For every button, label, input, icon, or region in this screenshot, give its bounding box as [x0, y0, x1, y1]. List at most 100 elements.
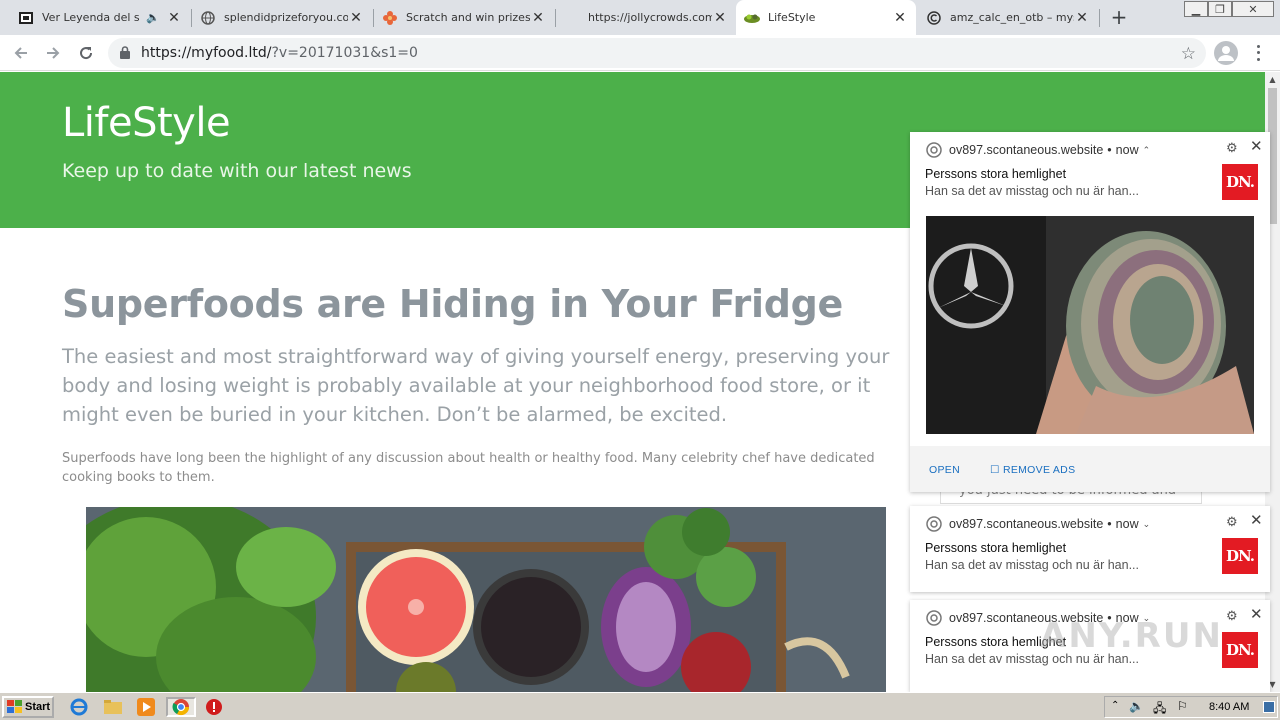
notification-actions: OPEN ☐ REMOVE ADS [910, 446, 1270, 492]
flag-icon[interactable]: ⚐ [1177, 699, 1188, 713]
close-tab-icon[interactable]: ✕ [348, 10, 364, 26]
browser-toolbar: https://myfood.ltd/?v=20171031&s1=0 ☆ [0, 35, 1280, 71]
notification-header: ov897.scontaneous.website • now ⌄ [926, 516, 1150, 532]
notification-image [926, 216, 1254, 434]
close-tab-icon[interactable]: ✕ [166, 10, 182, 26]
push-notification[interactable]: ov897.scontaneous.website • now ⌃ ⚙ ✕ Pe… [910, 132, 1270, 492]
tab-jollycrowds[interactable]: https://jollycrowds.com/ ✕ [556, 0, 736, 35]
gear-icon[interactable]: ⚙ [1226, 514, 1238, 530]
tab-amz-calc[interactable]: amz_calc_en_otb – mysi ✕ [918, 0, 1098, 35]
arrow-left-icon [14, 47, 27, 59]
dn-logo: DN. [1222, 632, 1258, 668]
windows-taskbar: Start ⌃ 🔈 🖧 ⚐ 8:40 AM [0, 692, 1280, 720]
kebab-menu-icon[interactable] [1252, 43, 1264, 63]
chrome-icon [926, 142, 942, 158]
chrome-icon [926, 516, 942, 532]
open-button[interactable]: OPEN [929, 464, 960, 476]
notification-time: now [1115, 517, 1139, 531]
chevron-up-icon[interactable]: ⌃ [1143, 145, 1151, 156]
flower-icon [382, 10, 398, 26]
chevron-down-icon[interactable]: ⌄ [1143, 519, 1151, 530]
chrome-icon [926, 610, 942, 626]
restore-button[interactable]: ❐ [1208, 1, 1232, 17]
tray-expand-icon[interactable]: ⌃ [1111, 700, 1119, 711]
start-button[interactable]: Start [2, 696, 54, 718]
tab-ver-leyenda[interactable]: Ver Leyenda del sub 🔈 ✕ [10, 0, 190, 35]
gear-icon[interactable]: ⚙ [1226, 140, 1238, 156]
forward-button[interactable] [41, 41, 65, 65]
food-icon [744, 10, 760, 26]
stop-app-icon[interactable] [203, 697, 225, 717]
notification-body: Han sa det av misstag och nu är han... [925, 184, 1140, 198]
separator-dot: • [1107, 143, 1112, 157]
article-headline: Superfoods are Hiding in Your Fridge [62, 282, 843, 326]
video-icon [18, 10, 34, 26]
network-icon[interactable]: 🖧 [1153, 699, 1166, 720]
tab-splendidprize[interactable]: splendidprizeforyou.com ✕ [192, 0, 372, 35]
media-player-icon[interactable] [135, 697, 157, 717]
gear-icon[interactable]: ⚙ [1226, 608, 1238, 624]
lock-icon [120, 46, 130, 59]
notification-time: now [1115, 143, 1139, 157]
scroll-up-arrow-icon[interactable]: ▲ [1265, 72, 1280, 87]
speaker-icon[interactable]: 🔈 [146, 11, 160, 24]
notification-site: ov897.scontaneous.website [949, 143, 1104, 157]
c-icon [926, 10, 942, 26]
tab-title: Scratch and win prizes e [406, 11, 530, 24]
separator-dot: • [1107, 517, 1112, 531]
site-tagline: Keep up to date with our latest news [62, 160, 412, 182]
notification-header: ov897.scontaneous.website • now ⌃ [926, 142, 1150, 158]
close-tab-icon[interactable]: ✕ [530, 10, 546, 26]
superfoods-image [86, 507, 886, 692]
windows-logo-icon [7, 700, 22, 713]
show-desktop-icon[interactable] [1263, 701, 1275, 713]
system-tray: ⌃ 🔈 🖧 ⚐ 8:40 AM [1104, 696, 1278, 718]
watermark: ANY.RUN [1040, 616, 1223, 656]
tab-title: LifeStyle [768, 11, 816, 24]
chrome-icon [172, 699, 190, 716]
profile-avatar-icon[interactable] [1214, 41, 1238, 65]
new-tab-button[interactable]: + [1108, 7, 1130, 29]
back-button[interactable] [9, 41, 33, 65]
start-label: Start [25, 701, 51, 713]
internet-explorer-icon[interactable] [68, 697, 90, 717]
push-notification[interactable]: ov897.scontaneous.website • now ⌄ ⚙ ✕ Pe… [910, 506, 1270, 592]
volume-icon[interactable]: 🔈 [1129, 699, 1144, 713]
tab-separator [1099, 9, 1100, 27]
close-tab-icon[interactable]: ✕ [712, 10, 728, 26]
tab-title: Ver Leyenda del sub [42, 11, 140, 24]
bookmark-star-icon[interactable]: ☆ [1181, 44, 1196, 64]
tab-strip: Ver Leyenda del sub 🔈 ✕ splendidprizefor… [0, 0, 1280, 35]
close-icon[interactable]: ✕ [1250, 511, 1263, 529]
globe-icon [200, 10, 216, 26]
minimize-button[interactable]: ▁ [1184, 1, 1208, 17]
remove-ads-button[interactable]: ☐ REMOVE ADS [990, 464, 1075, 476]
article-lead: The easiest and most straightforward way… [62, 345, 890, 426]
clock[interactable]: 8:40 AM [1209, 701, 1249, 713]
tab-title: amz_calc_en_otb – mysi [950, 11, 1074, 24]
reload-button[interactable] [74, 41, 98, 65]
close-icon[interactable]: ✕ [1250, 605, 1263, 623]
close-tab-icon[interactable]: ✕ [1074, 10, 1090, 26]
folder-icon[interactable] [102, 697, 124, 717]
notification-site: ov897.scontaneous.website [949, 517, 1104, 531]
url-text[interactable]: https://myfood.ltd/?v=20171031&s1=0 [141, 45, 418, 61]
tab-title: splendidprizeforyou.com [224, 11, 348, 24]
tab-lifestyle[interactable]: LifeStyle ✕ [736, 0, 916, 35]
close-tab-icon[interactable]: ✕ [892, 10, 908, 26]
close-icon[interactable]: ✕ [1250, 137, 1263, 155]
notification-title: Perssons stora hemlighet [925, 167, 1067, 181]
tab-scratch-win[interactable]: Scratch and win prizes e ✕ [374, 0, 554, 35]
dn-logo: DN. [1222, 538, 1258, 574]
site-title: LifeStyle [62, 100, 231, 146]
reload-icon [80, 47, 93, 60]
article-body: Superfoods have long been the highlight … [62, 451, 875, 485]
window-close-button[interactable]: ✕ [1232, 1, 1274, 17]
blank-icon [564, 10, 580, 26]
notification-body: Han sa det av misstag och nu är han... [925, 558, 1140, 572]
remove-ads-label: REMOVE ADS [1002, 464, 1076, 476]
chrome-taskbar-button[interactable] [166, 697, 196, 717]
url-host: https://myfood.ltd/ [141, 45, 272, 61]
address-bar[interactable]: https://myfood.ltd/?v=20171031&s1=0 ☆ [108, 38, 1206, 68]
arrow-right-icon [47, 47, 60, 59]
